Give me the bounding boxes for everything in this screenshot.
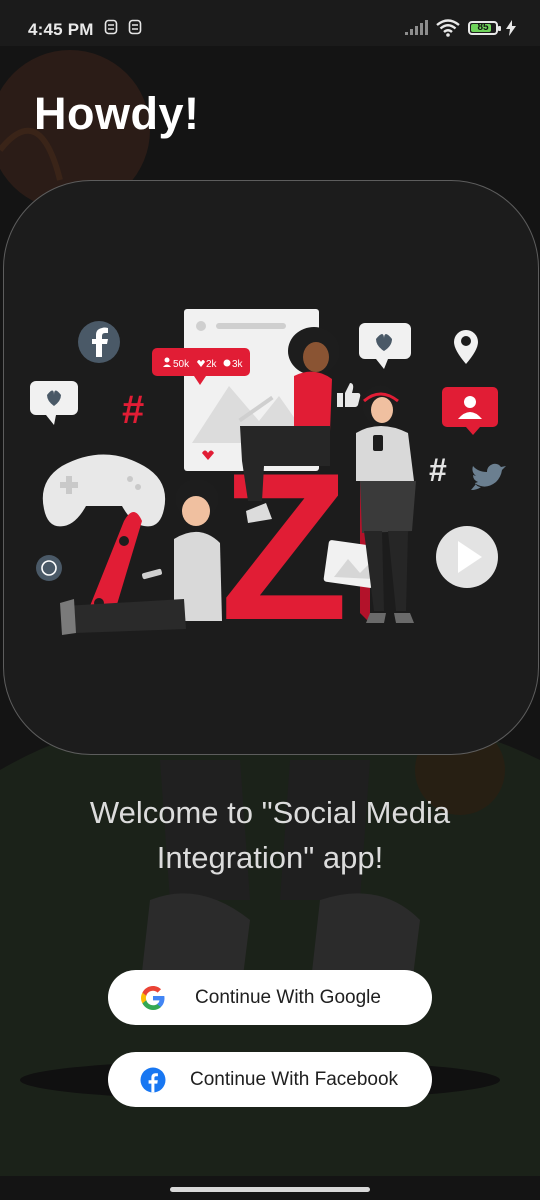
notification-icon bbox=[128, 19, 142, 35]
thumbs-up-icon bbox=[337, 383, 361, 407]
whatsapp-icon bbox=[36, 555, 62, 581]
status-time: 4:45 PM bbox=[28, 20, 94, 39]
gamepad-icon bbox=[42, 454, 166, 527]
hashtag-icon: # bbox=[429, 452, 447, 488]
social-media-illustration: 50k 2k 3k # # Z bbox=[30, 309, 506, 664]
illustration-card: 50k 2k 3k # # Z bbox=[3, 180, 539, 755]
twitter-icon bbox=[471, 463, 506, 490]
heart-bubble-icon bbox=[30, 381, 78, 425]
page-title: Howdy! bbox=[34, 88, 200, 139]
heart-bubble-icon bbox=[359, 323, 411, 369]
google-button-label: Continue With Google bbox=[195, 986, 381, 1008]
home-gesture-handle[interactable] bbox=[170, 1187, 370, 1192]
wifi-icon bbox=[436, 19, 460, 37]
hashtag-icon: # bbox=[122, 388, 144, 432]
play-icon bbox=[436, 526, 498, 588]
followers-count: 50k bbox=[173, 359, 190, 370]
signal-icon bbox=[405, 20, 428, 35]
user-badge-icon bbox=[442, 387, 498, 435]
status-bar: 4:45 PM 85 bbox=[0, 0, 540, 46]
location-pin-icon bbox=[454, 330, 478, 364]
notification-icon bbox=[104, 19, 118, 35]
comments-count: 3k bbox=[232, 359, 244, 370]
charging-icon bbox=[506, 20, 516, 36]
battery-level: 85 bbox=[477, 22, 489, 33]
welcome-message: Welcome to "Social Media Integration" ap… bbox=[89, 795, 451, 875]
facebook-icon bbox=[78, 321, 120, 363]
continue-with-facebook-button[interactable]: Continue With Facebook bbox=[108, 1052, 432, 1107]
likes-count: 2k bbox=[206, 359, 218, 370]
facebook-button-label: Continue With Facebook bbox=[189, 1068, 399, 1090]
navigation-bar bbox=[0, 1176, 540, 1200]
battery-icon: 85 bbox=[468, 21, 501, 35]
continue-with-google-button[interactable]: Continue With Google bbox=[108, 970, 432, 1025]
